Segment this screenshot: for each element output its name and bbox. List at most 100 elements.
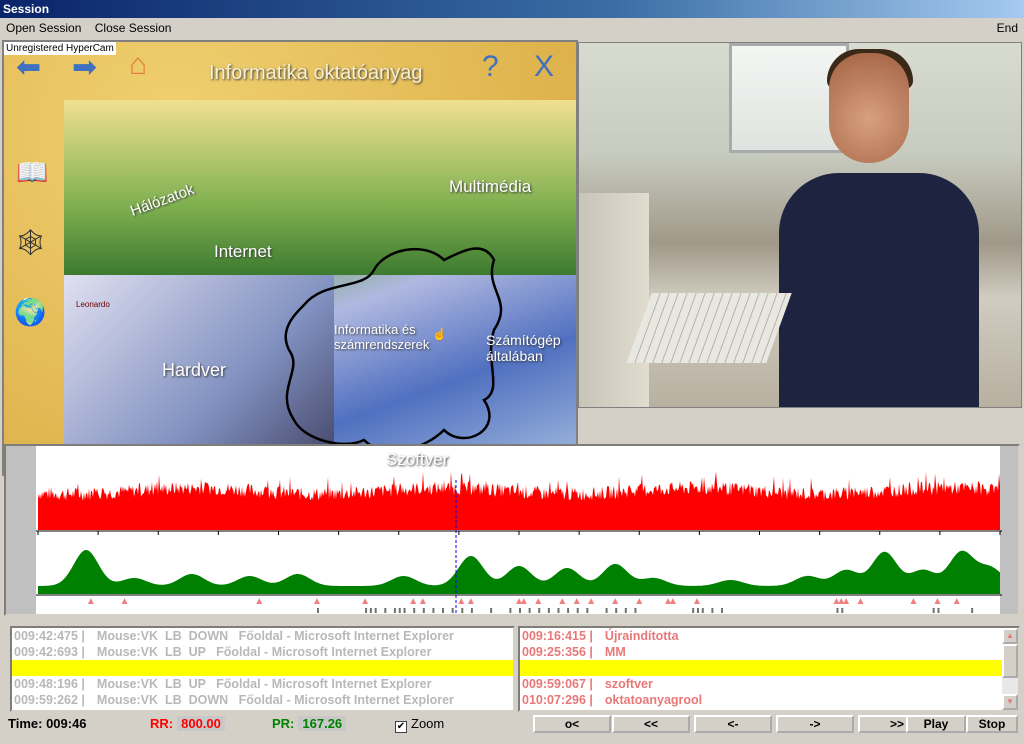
tick-marker [701, 608, 704, 613]
log-text: Mouse:VK LB UP Főoldal - Microsoft Inter… [96, 645, 432, 659]
log-row[interactable]: 009:25:356 | MM [520, 644, 1018, 660]
event-marker [559, 598, 566, 604]
tick-marker [567, 608, 570, 613]
menu-end[interactable]: End [997, 21, 1018, 35]
webcam-video [578, 42, 1022, 408]
log-text: Mouse:VK LB DOWN Főoldal - Microsoft Int… [96, 629, 454, 643]
log-text: Újraindította [604, 629, 679, 643]
tick-marker [519, 608, 521, 613]
control-button-step-back[interactable]: <- [694, 715, 772, 733]
time-readout: Time: 009:46 [8, 716, 87, 734]
event-marker [910, 598, 917, 604]
puzzle-outline [284, 247, 503, 453]
log-row-selected[interactable] [520, 660, 1018, 676]
tick-marker [490, 608, 493, 613]
tick-marker [696, 608, 699, 613]
tick-marker [624, 608, 627, 613]
pr-label: PR: [272, 716, 295, 731]
event-marker [458, 598, 465, 604]
event-marker [588, 598, 595, 604]
signal-chart-panel[interactable] [4, 444, 1020, 616]
event-marker [833, 598, 840, 604]
tick-marker [615, 608, 618, 613]
tick-marker [369, 608, 372, 613]
home-icon: ⌂ [129, 48, 148, 81]
control-button-play[interactable]: Play [906, 715, 966, 733]
event-marker [520, 598, 527, 604]
log-row[interactable]: 009:16:415 | Újraindította [520, 628, 1018, 644]
log-row[interactable]: 009:42:475 | Mouse:VK LB DOWN Főoldal - M… [12, 628, 513, 644]
log-text: szoftver [604, 677, 653, 691]
tick-marker [316, 608, 319, 613]
control-button-rewind[interactable]: << [612, 715, 690, 733]
log-time: 009:48:196 | [14, 677, 85, 691]
tick-marker [971, 608, 974, 613]
log-row[interactable]: 009:42:693 | Mouse:VK LB UP Főoldal - Mic… [12, 644, 513, 660]
tick-marker [932, 608, 935, 613]
event-log-right[interactable]: 009:16:415 | Újraindította 009:25:356 | MM 0… [518, 626, 1020, 712]
tick-marker [576, 608, 579, 613]
log-row[interactable]: 009:48:196 | Mouse:VK LB UP Főoldal - Mic… [12, 676, 513, 692]
event-marker [516, 598, 522, 604]
menu-open-session[interactable]: Open Session [6, 21, 81, 35]
tick-marker [692, 608, 695, 613]
collage-label: Leonardo [76, 300, 110, 309]
log-time: 009:16:415 | [522, 629, 593, 643]
event-marker [612, 598, 619, 604]
tick-marker [398, 608, 401, 613]
collage-label: Multimédia [449, 177, 532, 196]
collage-label: Internet [214, 242, 272, 261]
tick-marker [374, 608, 377, 613]
log-time: 009:25:356 | [522, 645, 593, 659]
event-marker [313, 598, 320, 604]
log-row[interactable]: 009:59:262 | Mouse:VK LB DOWN Főoldal - M… [12, 692, 513, 708]
rr-value: 800.00 [177, 716, 225, 731]
checkbox-icon[interactable]: ✔ [395, 721, 407, 733]
event-marker [843, 598, 850, 604]
log-text: Mouse:VK LB UP Főoldal - Microsoft Inter… [96, 677, 432, 691]
event-marker [953, 598, 960, 604]
control-button-step-forward[interactable]: -> [776, 715, 854, 733]
title-bar: Session [0, 0, 1024, 18]
log-time: 009:59:067 | [522, 677, 593, 691]
scroll-up-icon[interactable]: ▲ [1002, 628, 1018, 644]
control-button-first[interactable]: o< [533, 715, 611, 733]
close-icon: X [534, 50, 555, 83]
back-arrow-icon: ⬅ [16, 51, 42, 84]
tick-marker [432, 608, 435, 613]
event-marker [693, 598, 700, 604]
menu-bar: Open Session Close Session End [0, 18, 1024, 38]
tick-marker [393, 608, 396, 613]
pr-signal-area [38, 550, 1000, 594]
event-log-left[interactable]: 009:42:475 | Mouse:VK LB DOWN Főoldal - M… [10, 626, 515, 712]
pr-readout: PR: 167.26 [272, 716, 347, 734]
log-row[interactable]: 010:07:296 | oktatoanyagrool [520, 692, 1018, 708]
control-button-stop[interactable]: Stop [966, 715, 1018, 733]
scroll-thumb[interactable] [1002, 644, 1018, 678]
scroll-down-icon[interactable]: ▼ [1002, 694, 1018, 710]
time-label: Time: [8, 716, 43, 731]
event-marker [467, 598, 474, 604]
log-text: oktatoanyagrool [604, 693, 703, 707]
zoom-checkbox[interactable]: ✔ Zoom [395, 716, 444, 734]
log-text: Mouse:VK LB DOWN Főoldal - Microsoft Int… [96, 693, 454, 707]
log-row[interactable]: 009:59:067 | szoftver [520, 676, 1018, 692]
event-marker [669, 598, 676, 604]
scrollbar[interactable]: ▲ ▼ [1002, 628, 1018, 710]
signal-chart[interactable] [6, 446, 1018, 614]
event-marker [857, 598, 864, 604]
menu-close-session[interactable]: Close Session [95, 21, 172, 35]
tick-marker [461, 608, 464, 613]
event-marker [636, 598, 643, 604]
collage-label: Szoftver [386, 450, 449, 469]
tick-marker [836, 608, 839, 613]
tick-marker [413, 608, 416, 613]
event-marker [410, 598, 417, 604]
log-row-selected[interactable] [12, 660, 513, 676]
log-time: 009:42:475 | [14, 629, 85, 643]
rr-readout: RR: 800.00 [150, 716, 225, 734]
event-marker [838, 598, 845, 604]
collage-label: Hardver [162, 360, 227, 380]
tick-marker [605, 608, 608, 613]
web-icon: 🕸 [14, 227, 48, 257]
